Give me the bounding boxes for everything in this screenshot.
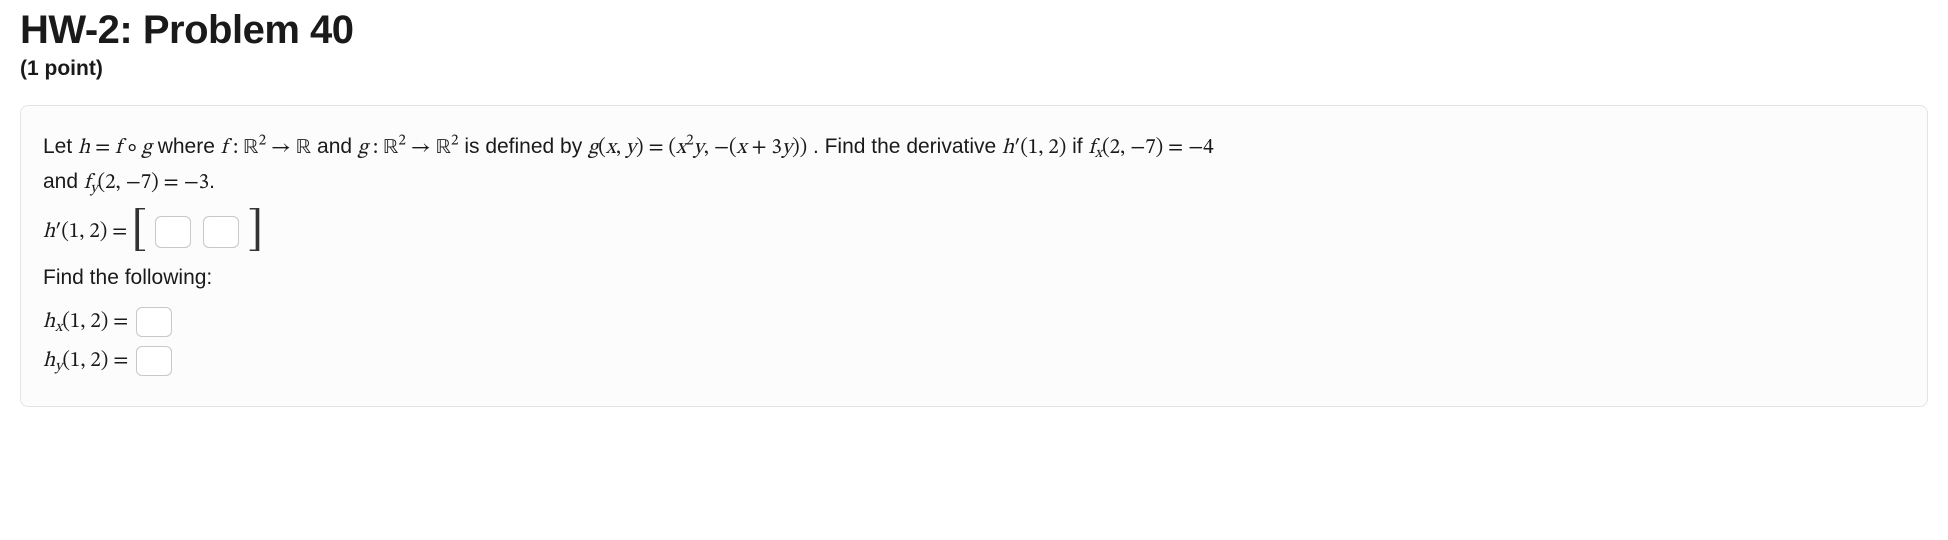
text: is defined by [464, 135, 588, 158]
text: . Find the derivative [813, 135, 1002, 158]
page-title: HW-2: Problem 40 [20, 8, 1928, 53]
left-bracket-icon: [ [131, 207, 147, 253]
math-g-domain: g : ℝ2 → ℝ2 [358, 137, 459, 158]
text: Let [43, 135, 78, 158]
problem-box: Let h = f ∘ g where f : ℝ2 → ℝ and g : ℝ… [20, 105, 1928, 407]
find-following-label: Find the following: [43, 261, 1905, 295]
hx-input[interactable] [136, 307, 172, 337]
hx-label: hx(1, 2) = [43, 305, 128, 339]
text: where [158, 135, 221, 158]
hprime-answer-row: h′(1, 2) = [ ] [43, 209, 1905, 255]
math-fx-cond: fx(2, −7) = −4 [1088, 137, 1213, 158]
hprime-entry-1-input[interactable] [155, 216, 191, 248]
math-fy-cond: fy(2, −7) = −3 [84, 172, 209, 193]
hy-answer-row: hy(1, 2) = [43, 344, 1905, 378]
text: . [209, 170, 215, 193]
hprime-entry-2-input[interactable] [203, 216, 239, 248]
text: and [43, 170, 84, 193]
hx-answer-row: hx(1, 2) = [43, 305, 1905, 339]
problem-statement: Let h = f ∘ g where f : ℝ2 → ℝ and g : ℝ… [43, 130, 1905, 199]
text: if [1072, 135, 1088, 158]
math-hprime-12: h′(1, 2) [1002, 137, 1066, 158]
points-label: (1 point) [20, 57, 1928, 81]
math-f-domain: f : ℝ2 → ℝ [221, 137, 311, 158]
hy-label: hy(1, 2) = [43, 344, 128, 378]
hy-input[interactable] [136, 346, 172, 376]
text: and [317, 135, 358, 158]
math-g-expr: g(x, y) = (x2y, −(x + 3y)) [588, 137, 807, 158]
math-h-eq-fog: h = f ∘ g [78, 137, 152, 158]
right-bracket-icon: ] [247, 207, 263, 253]
hprime-label: h′(1, 2) = [43, 215, 127, 249]
